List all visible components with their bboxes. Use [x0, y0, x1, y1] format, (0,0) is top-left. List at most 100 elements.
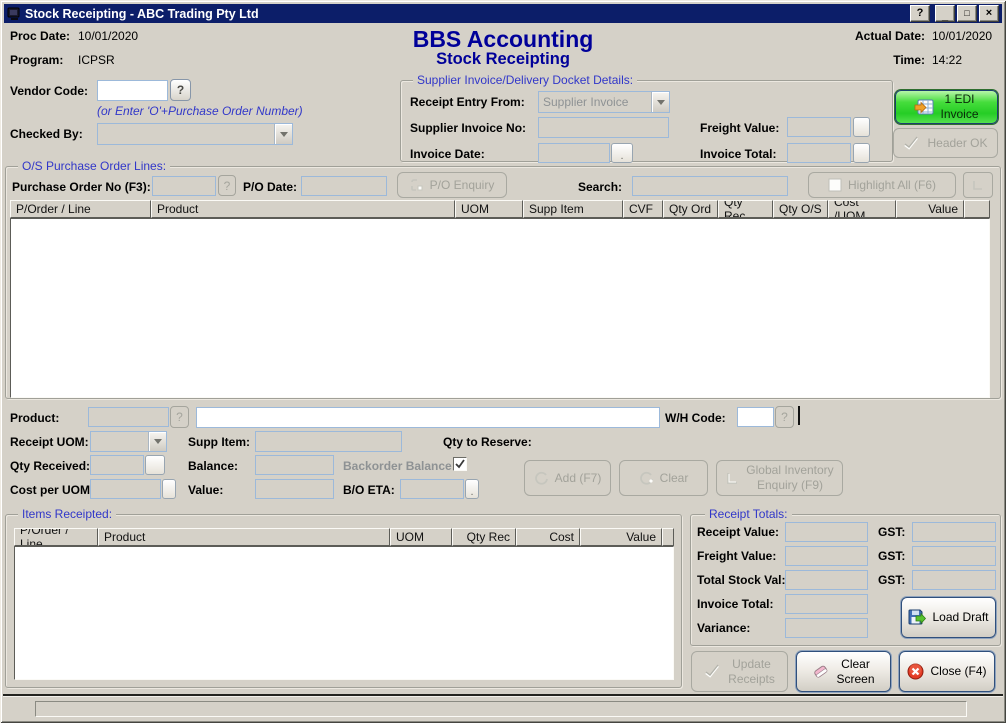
- po-lookup-button[interactable]: ?: [218, 175, 236, 196]
- freight-total-input-wrap: [785, 546, 868, 566]
- value-input-wrap: [255, 479, 334, 499]
- variance-input[interactable]: [786, 619, 867, 637]
- load-draft-button[interactable]: Load Draft: [901, 597, 996, 638]
- value-input[interactable]: [256, 480, 333, 498]
- supp-item-input[interactable]: [256, 432, 401, 451]
- receipt-entry-from-select[interactable]: Supplier Invoice: [538, 91, 670, 113]
- items-receipted-group-title: Items Receipted:: [18, 507, 116, 521]
- wh-lookup-button[interactable]: ?: [775, 406, 794, 428]
- po-col-qty-os[interactable]: Qty O/S: [773, 200, 828, 218]
- freight-value-input[interactable]: [788, 118, 850, 136]
- invoice-date-input[interactable]: [539, 144, 609, 162]
- receipt-totals-group-title: Receipt Totals:: [705, 507, 792, 521]
- items-col-value[interactable]: Value: [580, 528, 662, 546]
- total-gst-input[interactable]: [913, 571, 995, 589]
- invoice-total-sum-input[interactable]: [786, 595, 867, 613]
- receipt-uom-label: Receipt UOM:: [10, 435, 89, 449]
- invoice-total-input[interactable]: [788, 144, 850, 162]
- balance-input-wrap: [255, 455, 334, 475]
- bo-eta-input[interactable]: [401, 480, 463, 498]
- po-col-cvf[interactable]: CVF: [623, 200, 663, 218]
- po-enquiry-button[interactable]: P/O Enquiry: [397, 172, 507, 198]
- freight-total-input[interactable]: [786, 547, 867, 565]
- checked-by-select[interactable]: [97, 123, 293, 145]
- app-title: BBS Accounting: [303, 26, 703, 53]
- po-lines-extra-button[interactable]: [963, 172, 993, 198]
- eraser-icon: [812, 663, 830, 680]
- supplier-invoice-no-input-wrap: [538, 117, 669, 138]
- items-receipted-table-body[interactable]: [14, 546, 674, 680]
- cost-per-uom-input-wrap: [90, 479, 161, 499]
- global-inventory-enquiry-button[interactable]: Global InventoryEnquiry (F9): [716, 460, 843, 496]
- receipt-gst-input[interactable]: [913, 523, 995, 541]
- wh-code-input[interactable]: [738, 408, 773, 426]
- product-description-input[interactable]: [197, 408, 659, 427]
- update-receipts-button[interactable]: UpdateReceipts: [691, 651, 788, 692]
- po-col-cost-uom[interactable]: Cost /UOM: [828, 200, 896, 218]
- receipt-uom-select[interactable]: [90, 431, 167, 452]
- po-lines-table-body[interactable]: [10, 218, 990, 398]
- vendor-code-input[interactable]: [98, 81, 167, 100]
- items-col-porder-line[interactable]: P/Order / Line: [14, 528, 98, 546]
- supp-item-label: Supp Item:: [188, 435, 250, 449]
- bo-eta-picker-button[interactable]: .: [465, 479, 479, 499]
- minimize-button[interactable]: _: [935, 5, 955, 22]
- variance-input-wrap: [785, 618, 868, 638]
- header-ok-button[interactable]: Header OK: [893, 128, 998, 158]
- actual-date-label: Actual Date:: [822, 29, 925, 43]
- supplier-invoice-no-input[interactable]: [539, 118, 668, 137]
- freight-value-input-wrap: [787, 117, 851, 137]
- freight-gst-input[interactable]: [913, 547, 995, 565]
- vendor-lookup-button[interactable]: ?: [170, 79, 191, 101]
- cost-per-uom-calc-button[interactable]: [162, 479, 176, 499]
- po-col-supp-item[interactable]: Supp Item: [523, 200, 623, 218]
- po-col-uom[interactable]: UOM: [455, 200, 523, 218]
- receipt-entry-from-label: Receipt Entry From:: [410, 95, 525, 109]
- po-date-input[interactable]: [302, 177, 386, 195]
- bracket-icon: [972, 179, 984, 191]
- items-col-qty-rec[interactable]: Qty Rec: [452, 528, 516, 546]
- items-col-uom[interactable]: UOM: [390, 528, 452, 546]
- po-col-qty-rec[interactable]: Qty Rec: [718, 200, 773, 218]
- cost-per-uom-input[interactable]: [91, 480, 160, 498]
- product-lookup-button[interactable]: ?: [170, 406, 189, 428]
- close-button[interactable]: Close (F4): [899, 651, 995, 692]
- total-stock-val-input[interactable]: [786, 571, 867, 589]
- backorder-balance-checkbox[interactable]: [453, 457, 467, 471]
- search-input-wrap: [632, 176, 788, 196]
- invoice-date-picker-button[interactable]: .: [611, 143, 633, 163]
- po-col-value[interactable]: Value: [896, 200, 964, 218]
- balance-input[interactable]: [256, 456, 333, 474]
- invoice-total-input-wrap: [787, 143, 851, 163]
- title-bar: Stock Receipting - ABC Trading Pty Ltd ?…: [4, 4, 1002, 23]
- po-date-input-wrap: [301, 176, 387, 196]
- add-button[interactable]: Add (F7): [524, 460, 611, 496]
- supp-item-input-wrap: [255, 431, 402, 452]
- po-col-porder-line[interactable]: P/Order / Line: [10, 200, 151, 218]
- highlight-all-button[interactable]: Highlight All (F6): [808, 172, 956, 198]
- items-col-cost[interactable]: Cost: [516, 528, 580, 546]
- text-cursor: [798, 406, 800, 425]
- close-window-button[interactable]: ×: [979, 5, 999, 22]
- vendor-code-input-wrap: [97, 80, 168, 101]
- chevron-down-icon: [148, 432, 166, 451]
- clear-screen-button[interactable]: ClearScreen: [796, 651, 891, 692]
- product-code-input[interactable]: [89, 408, 168, 426]
- proc-date-label: Proc Date:: [10, 29, 70, 43]
- po-col-qty-ord[interactable]: Qty Ord: [663, 200, 718, 218]
- program-label: Program:: [10, 53, 63, 67]
- qty-received-input[interactable]: [91, 456, 143, 474]
- help-window-button[interactable]: ?: [910, 5, 930, 22]
- search-input[interactable]: [633, 177, 787, 195]
- items-col-product[interactable]: Product: [98, 528, 390, 546]
- receipt-value-input[interactable]: [786, 523, 867, 541]
- status-bar: [35, 701, 967, 717]
- po-number-input[interactable]: [153, 177, 215, 195]
- edi-invoice-button[interactable]: 1 EDIInvoice: [895, 90, 998, 124]
- qty-received-calc-button[interactable]: [145, 455, 165, 475]
- clear-button[interactable]: Clear: [619, 460, 708, 496]
- invoice-total-calc-button[interactable]: [853, 143, 870, 163]
- po-col-product[interactable]: Product: [151, 200, 455, 218]
- freight-value-calc-button[interactable]: [853, 117, 870, 137]
- maximize-button[interactable]: □: [957, 5, 977, 22]
